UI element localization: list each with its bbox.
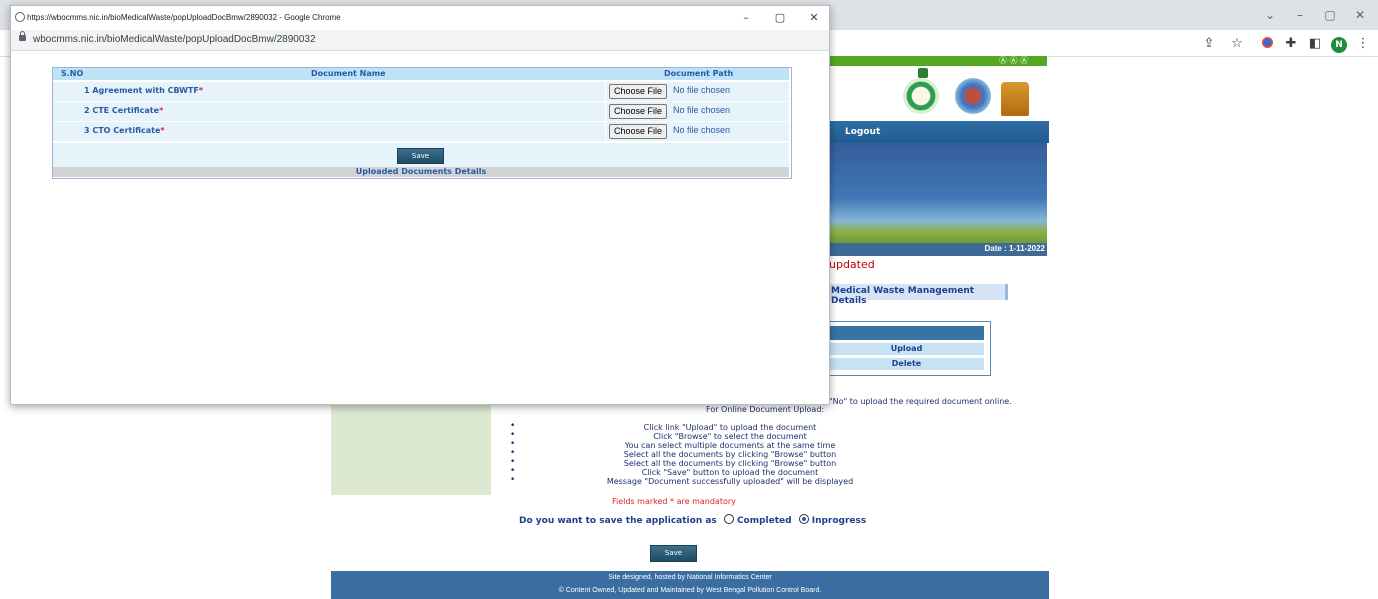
popup-url: wbocmms.nic.in/bioMedicalWaste/popUpload… (33, 34, 316, 45)
popup-save-button[interactable]: Save (397, 148, 444, 164)
table-row: 2 CTE Certificate* Choose File No file c… (53, 101, 789, 121)
upload-popup-window: https://wbocmms.nic.in/bioMedicalWaste/p… (10, 5, 830, 405)
extensions-puzzle-icon[interactable]: ✚ (1282, 35, 1300, 53)
popup-title: https://wbocmms.nic.in/bioMedicalWaste/p… (27, 13, 341, 22)
minimize-icon[interactable]: – (1290, 6, 1310, 24)
popup-close-icon[interactable]: ✕ (805, 9, 823, 27)
restore-icon[interactable]: ▢ (1320, 6, 1340, 24)
popup-maximize-icon[interactable]: ▢ (771, 9, 789, 27)
national-emblem-icon (1001, 82, 1029, 116)
choose-file-button[interactable]: Choose File (609, 84, 668, 99)
file-status: No file chosen (673, 85, 731, 95)
inprogress-radio[interactable] (798, 514, 809, 524)
footer-line-2: © Content Owned, Updated and Maintained … (558, 587, 822, 594)
delete-link[interactable]: Delete (829, 358, 984, 370)
footer-line-1: Site designed, hosted by National Inform… (608, 574, 772, 581)
instruction-item: • Click "Browse" to select the document (510, 430, 807, 442)
left-green-panel (331, 403, 491, 495)
file-status: No file chosen (673, 105, 731, 115)
updated-message: updated (829, 258, 875, 271)
lock-icon (19, 31, 26, 41)
font-size-controls[interactable]: Ⓐ Ⓐ Ⓐ (999, 56, 1028, 66)
tab-search-icon[interactable]: ⌄ (1260, 6, 1280, 24)
choose-file-button[interactable]: Choose File (609, 104, 668, 119)
footer: Site designed, hosted by National Inform… (331, 571, 1049, 599)
header-banner-image (829, 143, 1047, 243)
popup-titlebar: https://wbocmms.nic.in/bioMedicalWaste/p… (11, 6, 829, 30)
completed-radio[interactable] (723, 514, 734, 524)
online-upload-title: For Online Document Upload: (706, 405, 825, 414)
table-row: 3 CTO Certificate* Choose File No file c… (53, 121, 789, 141)
date-bar: Date : 1-11-2022 (829, 243, 1047, 256)
share-icon[interactable]: ⇪ (1200, 35, 1218, 53)
completed-label: Completed (736, 516, 792, 526)
section-tab[interactable]: Medical Waste Management Details (829, 284, 1008, 306)
table-header: S.NO Document Name Document Path (53, 68, 789, 80)
instruction-item: • Select all the documents by clicking "B… (510, 457, 837, 469)
section-tab-label: Medical Waste Management Details (831, 286, 975, 306)
site-info-icon (15, 12, 25, 22)
document-label: 1 Agreement with CBWTF* (84, 86, 204, 95)
bullet-icon: • (510, 475, 516, 485)
document-actions-header (829, 326, 984, 340)
col-document-name: Document Name (311, 69, 386, 78)
instruction-item: • You can select multiple documents at th… (510, 439, 836, 451)
logout-link[interactable]: Logout (845, 127, 880, 137)
popup-minimize-icon[interactable]: – (737, 9, 755, 27)
close-window-icon[interactable]: ✕ (1350, 6, 1370, 24)
document-label: 2 CTE Certificate* (84, 106, 164, 115)
inprogress-label: Inprogress (811, 516, 867, 526)
instruction-item: • Message "Document successfully uploaded… (510, 475, 854, 487)
page-save-button[interactable]: Save (650, 545, 697, 562)
save-question-label: Do you want to save the application as (519, 516, 717, 526)
document-label: 3 CTO Certificate* (84, 126, 165, 135)
table-row: 1 Agreement with CBWTF* Choose File No f… (53, 81, 789, 101)
file-status: No file chosen (673, 125, 731, 135)
bookmark-star-icon[interactable]: ☆ (1228, 35, 1246, 53)
flag-emblem-icon (918, 68, 928, 78)
instruction-item: • Click "Save" button to upload the docum… (510, 466, 819, 478)
wbpcb-logo-icon (903, 78, 939, 114)
col-sno: S.NO (61, 69, 84, 78)
upload-instruction-note: "No" to upload the required document onl… (829, 397, 1012, 406)
uploaded-documents-heading: Uploaded Documents Details (53, 167, 789, 177)
col-document-path: Document Path (664, 69, 734, 78)
instruction-item: • Click link "Upload" to upload the docum… (510, 421, 817, 433)
popup-address-bar[interactable]: wbocmms.nic.in/bioMedicalWaste/popUpload… (11, 30, 829, 51)
date-text: Date : 1-11-2022 (984, 244, 1045, 253)
upload-link[interactable]: Upload (829, 343, 984, 355)
state-logo-icon (955, 78, 991, 114)
profile-avatar-icon[interactable]: N (1330, 35, 1348, 53)
choose-file-button[interactable]: Choose File (609, 124, 668, 139)
side-panel-icon[interactable]: ◧ (1306, 35, 1324, 53)
save-status-question: Do you want to save the application as C… (519, 514, 866, 526)
instruction-item: • Select all the documents by clicking "B… (510, 448, 837, 460)
mandatory-note: Fields marked * are mandatory (612, 497, 736, 506)
top-navbar: Logout (829, 121, 1049, 143)
menu-kebab-icon[interactable]: ⋮ (1354, 35, 1372, 53)
extension-circle-icon[interactable] (1258, 35, 1276, 53)
